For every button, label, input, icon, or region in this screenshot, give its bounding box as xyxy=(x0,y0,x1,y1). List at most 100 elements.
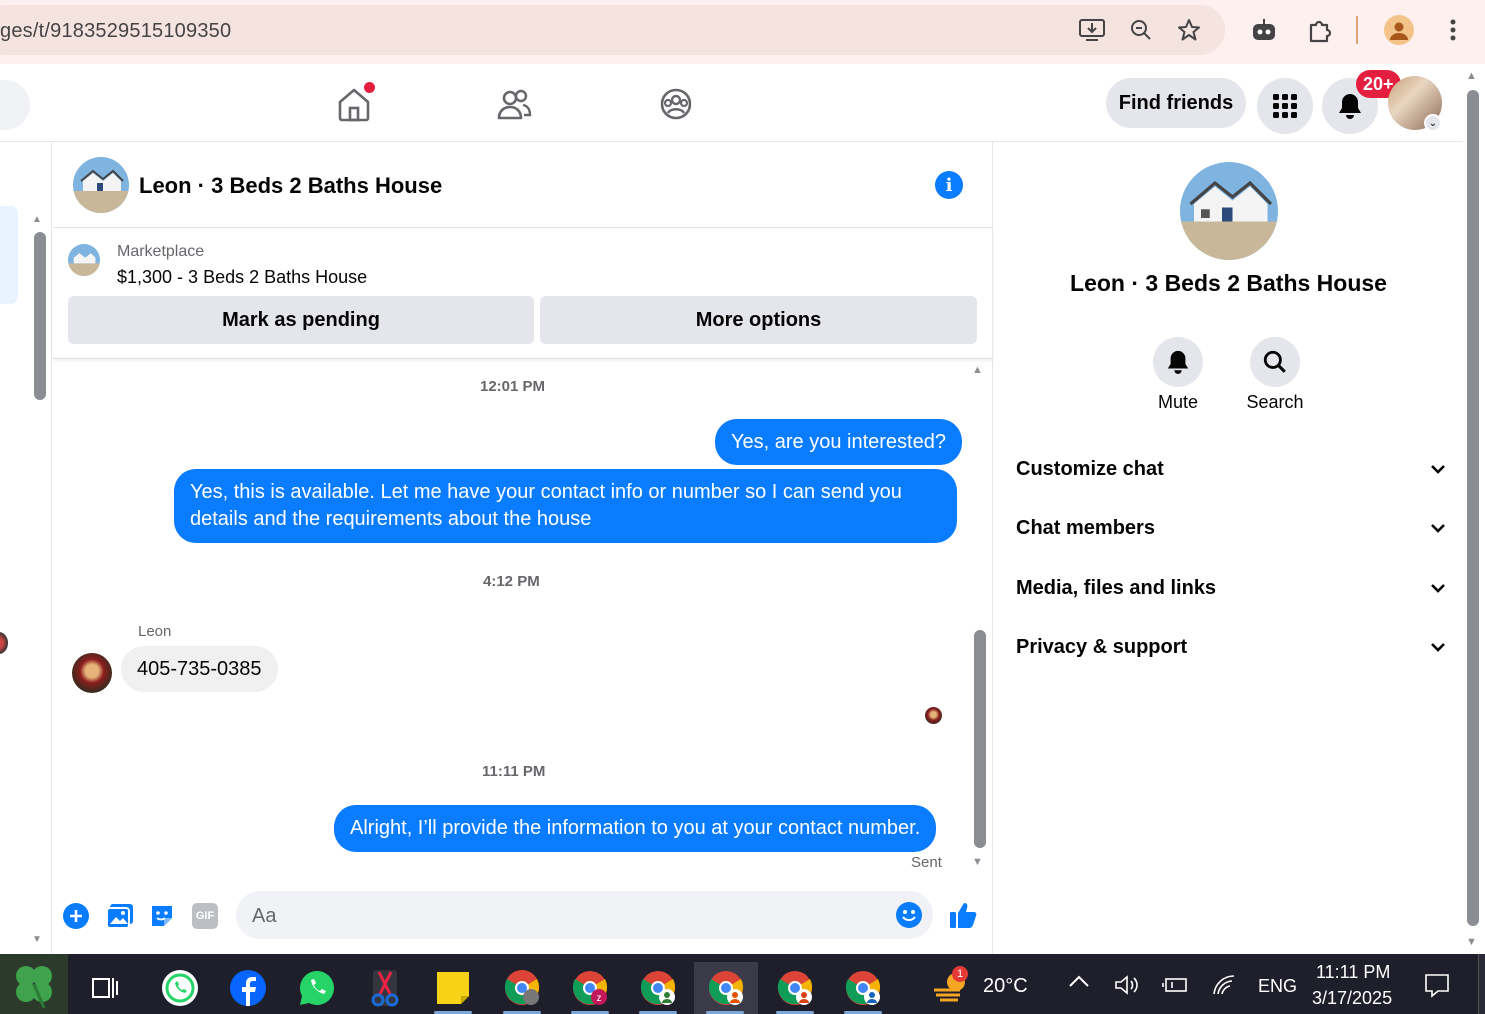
like-thumbs-up-icon[interactable] xyxy=(948,900,978,935)
outgoing-message[interactable]: Alright, I’ll provide the information to… xyxy=(334,805,937,852)
facebook-app-icon[interactable] xyxy=(221,962,275,1014)
search-icon xyxy=(1263,350,1286,373)
gif-icon[interactable]: GIF xyxy=(192,903,218,929)
zoom-icon[interactable] xyxy=(1127,16,1155,44)
message-timestamp: 12:01 PM xyxy=(480,378,546,395)
read-receipt-avatar xyxy=(925,707,942,724)
grid-icon xyxy=(1273,94,1297,118)
page-scroll-down-arrow[interactable]: ▼ xyxy=(1466,936,1477,948)
mute-button[interactable] xyxy=(1153,337,1203,387)
details-name: Leon · 3 Beds 2 Baths House xyxy=(1070,270,1387,296)
install-app-icon[interactable] xyxy=(1078,16,1106,44)
sticker-icon[interactable] xyxy=(149,903,175,934)
kebab-menu-icon[interactable] xyxy=(1439,16,1467,44)
add-attachment-icon[interactable] xyxy=(63,903,89,934)
message-input[interactable]: Aa xyxy=(236,891,933,939)
chrome-profile-1-icon[interactable] xyxy=(495,962,549,1014)
task-view-icon[interactable] xyxy=(78,962,132,1014)
mark-as-pending-button[interactable]: Mark as pending xyxy=(68,296,534,344)
message-composer: GIF Aa xyxy=(53,878,993,954)
windows-taskbar: z 1 20°C ENG 11:11 PM 3/17/2025 xyxy=(0,954,1485,1014)
details-avatar[interactable] xyxy=(1180,162,1278,260)
show-hidden-icons-chevron-icon[interactable] xyxy=(1068,974,1090,993)
toolbar-divider xyxy=(1356,16,1358,44)
search-label: Search xyxy=(1246,392,1304,412)
section-label: Chat members xyxy=(1016,516,1155,539)
conversation-title[interactable]: Leon · 3 Beds 2 Baths House xyxy=(139,173,442,199)
scroll-down-arrow[interactable]: ▼ xyxy=(32,934,42,945)
chevron-down-icon xyxy=(1431,643,1445,652)
chrome-active-window-icon[interactable] xyxy=(694,962,758,1014)
conversation-header: Leon · 3 Beds 2 Baths House i xyxy=(53,142,993,228)
bell-icon xyxy=(1167,350,1189,374)
snipping-tool-icon[interactable] xyxy=(358,962,412,1014)
start-clover-icon[interactable] xyxy=(0,954,68,1014)
leon-avatar[interactable] xyxy=(72,653,112,693)
chevron-down-icon[interactable]: ⌄ xyxy=(1424,114,1442,132)
search-field-edge[interactable] xyxy=(0,80,30,130)
action-center-icon[interactable] xyxy=(1424,972,1450,1003)
scroll-up-arrow[interactable]: ▲ xyxy=(32,214,42,225)
conversation-details-panel: Leon · 3 Beds 2 Baths House Mute Search … xyxy=(994,142,1463,954)
mute-label: Mute xyxy=(1157,392,1199,412)
find-friends-button[interactable]: Find friends xyxy=(1106,78,1246,128)
weather-temperature[interactable]: 20°C xyxy=(983,975,1028,998)
outgoing-message[interactable]: Yes, this is available. Let me have your… xyxy=(174,469,957,543)
scroll-down-arrow[interactable]: ▼ xyxy=(972,856,983,868)
clock-time[interactable]: 11:11 PM xyxy=(1316,962,1390,983)
search-in-conversation-button[interactable] xyxy=(1250,337,1300,387)
section-label: Customize chat xyxy=(1016,457,1164,480)
whatsapp-desktop-icon[interactable] xyxy=(153,962,207,1014)
chat-members-row[interactable]: Chat members xyxy=(1016,508,1446,548)
page-scroll-up-arrow[interactable]: ▲ xyxy=(1466,70,1477,82)
listing-thumbnail[interactable] xyxy=(68,244,100,276)
clock-date[interactable]: 3/17/2025 xyxy=(1312,988,1392,1009)
chevron-down-icon xyxy=(1431,465,1445,474)
customize-chat-row[interactable]: Customize chat xyxy=(1016,449,1446,489)
address-bar[interactable]: ges/t/9183529515109350 xyxy=(0,5,1225,55)
profile-icon[interactable] xyxy=(1384,15,1414,45)
friends-icon[interactable] xyxy=(494,84,534,124)
whatsapp-icon[interactable] xyxy=(290,962,344,1014)
chrome-profile-2-icon[interactable]: z xyxy=(563,962,617,1014)
sidebar-scrollbar[interactable] xyxy=(34,232,46,400)
weather-badge: 1 xyxy=(952,966,968,982)
info-icon[interactable]: i xyxy=(935,171,963,199)
url-text[interactable]: ges/t/9183529515109350 xyxy=(0,20,231,43)
extensions-puzzle-icon[interactable] xyxy=(1306,16,1334,44)
media-files-links-row[interactable]: Media, files and links xyxy=(1016,568,1446,608)
battery-icon[interactable] xyxy=(1162,974,1190,1001)
weather-icon[interactable]: 1 xyxy=(932,966,972,1007)
volume-icon[interactable] xyxy=(1114,974,1140,1001)
groups-icon[interactable] xyxy=(656,84,696,124)
outgoing-message[interactable]: Yes, are you interested? xyxy=(715,419,962,465)
input-language[interactable]: ENG xyxy=(1258,976,1297,997)
listing-title[interactable]: $1,300 - 3 Beds 2 Baths House xyxy=(117,267,367,288)
photo-icon[interactable] xyxy=(106,903,134,934)
page-scrollbar[interactable] xyxy=(1467,90,1479,926)
chat-list-avatar[interactable] xyxy=(0,632,8,654)
messages-scrollbar[interactable] xyxy=(974,630,986,848)
chevron-down-icon xyxy=(1431,524,1445,533)
chrome-profile-5-icon[interactable] xyxy=(768,962,822,1014)
bell-icon xyxy=(1339,94,1361,119)
robot-extension-icon[interactable] xyxy=(1250,16,1278,44)
bookmark-star-icon[interactable] xyxy=(1175,16,1203,44)
chrome-profile-3-icon[interactable] xyxy=(631,962,685,1014)
conversation-pane: Leon · 3 Beds 2 Baths House i Marketplac… xyxy=(53,142,993,954)
scroll-up-arrow[interactable]: ▲ xyxy=(972,364,983,376)
sticky-notes-icon[interactable] xyxy=(426,962,480,1014)
marketplace-listing-panel: Marketplace $1,300 - 3 Beds 2 Baths Hous… xyxy=(53,229,993,359)
chrome-profile-6-icon[interactable] xyxy=(836,962,890,1014)
menu-grid-button[interactable] xyxy=(1257,78,1313,134)
wifi-icon[interactable] xyxy=(1212,974,1238,1001)
privacy-support-row[interactable]: Privacy & support xyxy=(1016,627,1446,667)
incoming-message[interactable]: 405-735-0385 xyxy=(121,646,278,692)
more-options-button[interactable]: More options xyxy=(540,296,977,344)
show-desktop-button[interactable] xyxy=(1478,954,1485,1014)
svg-text:z: z xyxy=(597,993,602,1004)
conversation-avatar[interactable] xyxy=(73,157,129,213)
emoji-icon[interactable] xyxy=(896,902,922,933)
selected-chat-highlight[interactable] xyxy=(0,206,18,304)
home-icon[interactable] xyxy=(334,82,375,124)
